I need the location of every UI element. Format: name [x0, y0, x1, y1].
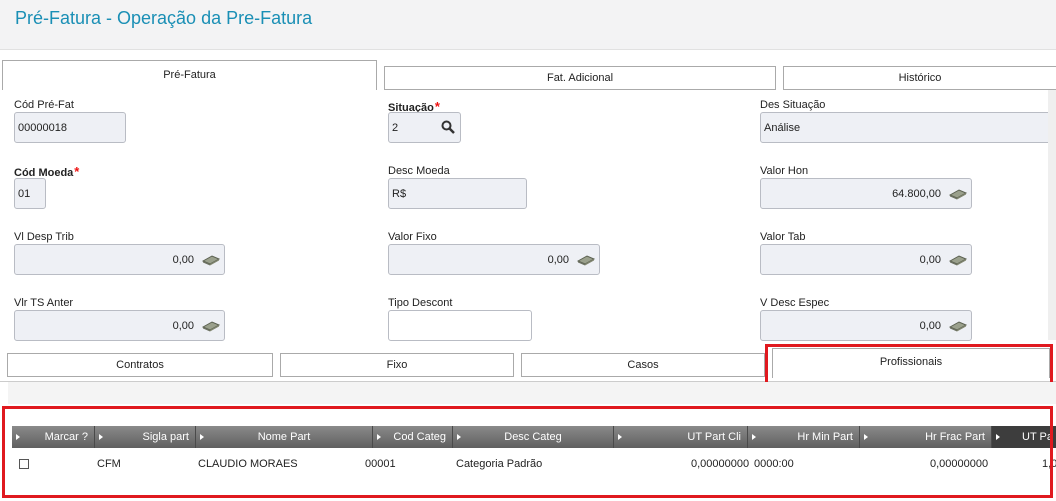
- situacao-value: 2: [392, 122, 399, 134]
- vl-desp-trib-field[interactable]: 0,00: [14, 244, 225, 275]
- valor-tab-value: 0,00: [919, 254, 941, 266]
- page-title: Pré-Fatura - Operação da Pre-Fatura: [15, 8, 313, 28]
- cod-moeda-value: 01: [18, 188, 31, 200]
- page: Pré-Fatura - Operação da Pre-Fatura Pré-…: [0, 0, 1056, 501]
- money-icon[interactable]: [949, 320, 967, 332]
- v-desc-espec-label: V Desc Espec: [760, 297, 830, 309]
- pre-fatura-form: Cód Pré-Fat 00000018 Situação* 2 Des Sit…: [0, 90, 1056, 341]
- v-desc-espec-value: 0,00: [919, 320, 941, 332]
- search-icon[interactable]: [441, 120, 455, 134]
- cod-moeda-label: Cód Moeda*: [14, 164, 79, 179]
- tab-casos[interactable]: Casos: [521, 353, 765, 377]
- vlr-ts-anter-field[interactable]: 0,00: [14, 310, 225, 341]
- tab-historico[interactable]: Histórico: [783, 66, 1056, 90]
- highlight-profissionais-grid: [2, 406, 1053, 498]
- cod-moeda-field[interactable]: 01: [14, 178, 46, 209]
- money-icon[interactable]: [949, 254, 967, 266]
- page-header: Pré-Fatura - Operação da Pre-Fatura: [0, 0, 1056, 50]
- form-scrollbar[interactable]: [1048, 90, 1056, 340]
- cod-pre-fat-label: Cód Pré-Fat: [14, 99, 74, 111]
- des-situacao-value: Análise: [764, 122, 801, 134]
- vl-desp-trib-label: Vl Desp Trib: [14, 231, 74, 243]
- vl-desp-trib-value: 0,00: [172, 254, 194, 266]
- desc-moeda-label: Desc Moeda: [388, 165, 450, 177]
- valor-hon-field[interactable]: 64.800,00: [760, 178, 972, 209]
- des-situacao-field[interactable]: Análise: [760, 112, 1056, 143]
- tab-fixo[interactable]: Fixo: [280, 353, 514, 377]
- valor-fixo-label: Valor Fixo: [388, 231, 437, 243]
- des-situacao-label: Des Situação: [760, 99, 826, 111]
- tab-fat-adicional[interactable]: Fat. Adicional: [384, 66, 776, 90]
- money-icon[interactable]: [577, 254, 595, 266]
- money-icon[interactable]: [202, 320, 220, 332]
- money-icon[interactable]: [202, 254, 220, 266]
- top-tabs: Pré-Fatura Fat. Adicional Histórico: [0, 60, 1056, 90]
- vlr-ts-anter-value: 0,00: [172, 320, 194, 332]
- cod-pre-fat-value: 00000018: [18, 122, 67, 134]
- valor-hon-label: Valor Hon: [760, 165, 809, 177]
- money-icon[interactable]: [949, 188, 967, 200]
- cod-pre-fat-field[interactable]: 00000018: [14, 112, 126, 143]
- valor-fixo-field[interactable]: 0,00: [388, 244, 600, 275]
- v-desc-espec-field[interactable]: 0,00: [760, 310, 972, 341]
- valor-hon-value: 64.800,00: [892, 188, 941, 200]
- tab-contratos[interactable]: Contratos: [7, 353, 273, 377]
- desc-moeda-field[interactable]: R$: [388, 178, 527, 209]
- valor-tab-label: Valor Tab: [760, 231, 806, 243]
- desc-moeda-value: R$: [392, 188, 407, 200]
- highlight-profissionais-tab: [765, 344, 1053, 386]
- valor-fixo-value: 0,00: [547, 254, 569, 266]
- vlr-ts-anter-label: Vlr TS Anter: [14, 297, 74, 309]
- situacao-field[interactable]: 2: [388, 112, 461, 143]
- valor-tab-field[interactable]: 0,00: [760, 244, 972, 275]
- tipo-descont-label: Tipo Descont: [388, 297, 453, 309]
- tab-pre-fatura[interactable]: Pré-Fatura: [2, 60, 377, 90]
- cod-moeda-required-mark: *: [74, 164, 80, 179]
- grid-toolbar: [8, 382, 1056, 404]
- tipo-descont-field[interactable]: [388, 310, 532, 341]
